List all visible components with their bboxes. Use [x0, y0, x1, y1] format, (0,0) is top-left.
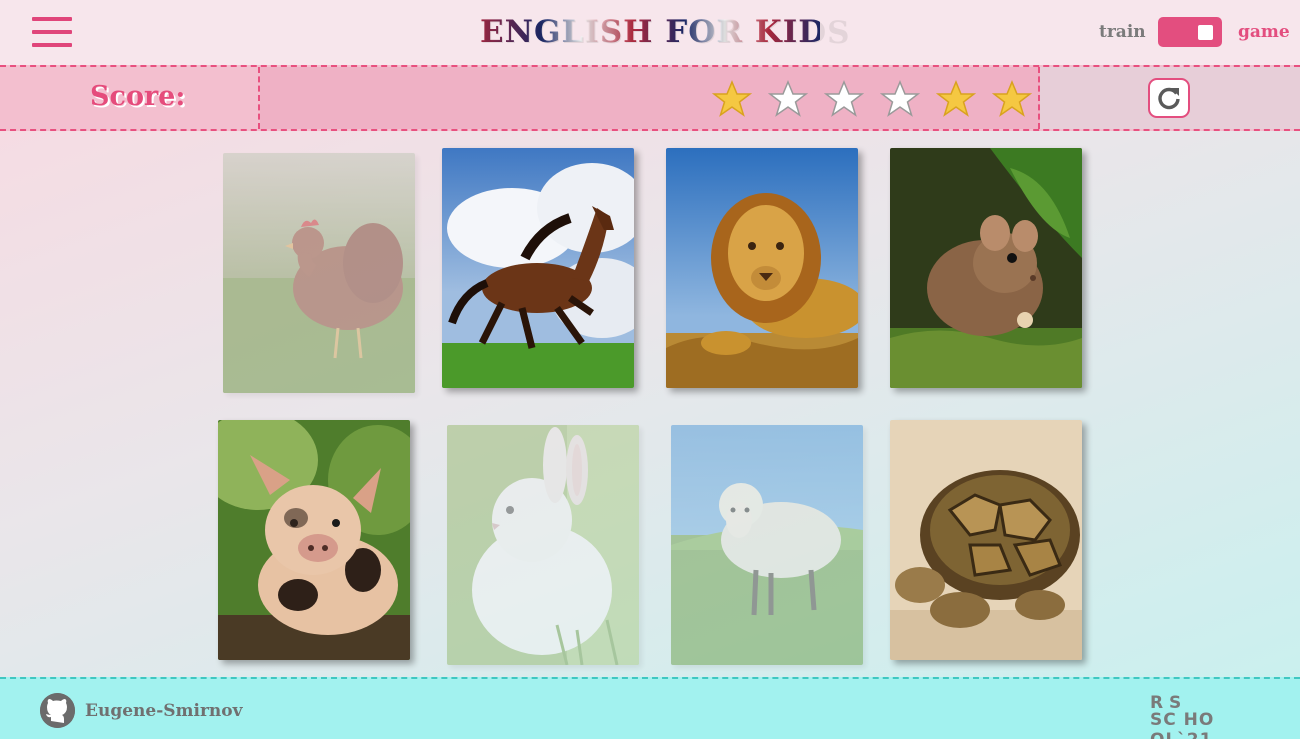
- card-horse[interactable]: [442, 148, 634, 388]
- rs-school-logo[interactable]: R S SC HO OL`21: [1150, 693, 1265, 739]
- card-mouse[interactable]: [890, 148, 1082, 388]
- chicken-image: [223, 153, 415, 393]
- card-pig[interactable]: [218, 420, 410, 660]
- footer: Eugene-Smirnov R S SC HO OL`21: [0, 677, 1300, 739]
- score-bar: Score:: [0, 65, 1300, 131]
- refresh-icon: [1158, 87, 1180, 110]
- score-cell: Score:: [0, 67, 260, 129]
- pig-image: [218, 420, 410, 660]
- turtle-image: [890, 420, 1082, 660]
- github-icon: [40, 693, 75, 728]
- github-username[interactable]: Eugene-Smirnov: [85, 701, 243, 721]
- star-filled-icon: [712, 80, 752, 117]
- card-lion[interactable]: [666, 148, 858, 388]
- menu-line: [32, 43, 72, 47]
- card-sheep[interactable]: [671, 425, 863, 665]
- github-link[interactable]: [40, 693, 75, 728]
- app-logo: ENGLISH FOR KIDS: [480, 14, 850, 50]
- reset-button[interactable]: [1148, 78, 1190, 118]
- stars-container: [260, 67, 1040, 129]
- mode-toggle[interactable]: [1158, 17, 1222, 47]
- rs-logo-line2: SC HO OL`21: [1150, 710, 1215, 739]
- card-chicken[interactable]: [223, 153, 415, 393]
- rabbit-image: [447, 425, 639, 665]
- mode-train-label[interactable]: train: [1099, 22, 1146, 42]
- star-empty-icon: [824, 80, 864, 117]
- card-turtle[interactable]: [890, 420, 1082, 660]
- star-filled-icon: [936, 80, 976, 117]
- header: ENGLISH FOR KIDS train game: [0, 0, 1300, 65]
- star-empty-icon: [768, 80, 808, 117]
- sheep-image: [671, 425, 863, 665]
- star-empty-icon: [880, 80, 920, 117]
- menu-line: [32, 30, 72, 34]
- star-filled-icon: [992, 80, 1032, 117]
- hamburger-menu-icon[interactable]: [32, 17, 72, 47]
- lion-image: [666, 148, 858, 388]
- menu-line: [32, 17, 72, 21]
- score-label: Score:: [90, 81, 186, 112]
- mouse-image: [890, 148, 1082, 388]
- reset-cell: [1040, 67, 1300, 129]
- horse-image: [442, 148, 634, 388]
- card-rabbit[interactable]: [447, 425, 639, 665]
- mode-game-label[interactable]: game: [1238, 22, 1290, 42]
- toggle-knob: [1198, 25, 1213, 40]
